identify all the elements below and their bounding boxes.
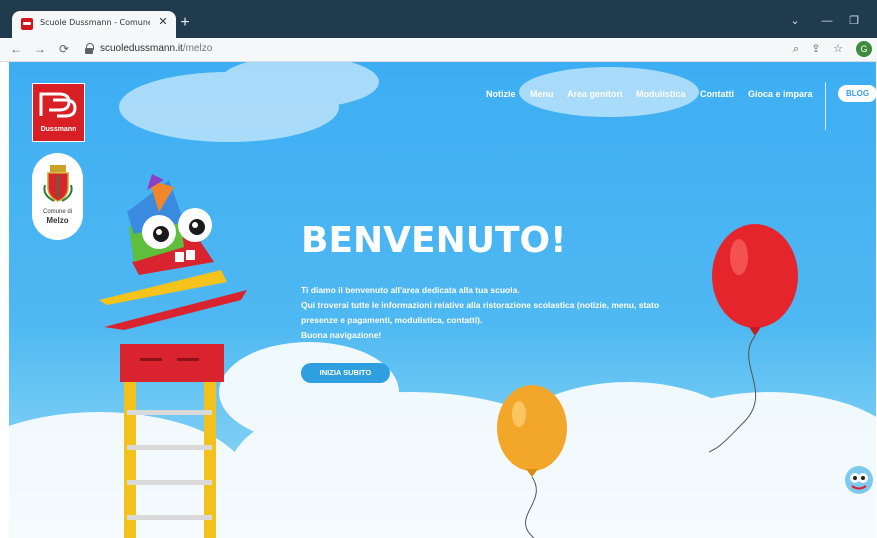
hero-line: Qui troverai tutte le informazioni relat… — [301, 300, 660, 310]
nav-divider — [825, 82, 826, 130]
browser-tab[interactable]: Scuole Dussmann - Comune di Melzo ✕ — [12, 11, 176, 38]
nav-gioca-e-impara[interactable]: Gioca e impara — [748, 89, 813, 99]
hero-line: presenze e pagamenti, modulistica, conta… — [301, 315, 483, 325]
comune-label: Comune di — [42, 209, 72, 215]
share-icon[interactable]: ⇪ — [808, 41, 824, 57]
star-icon[interactable]: ☆ — [830, 41, 846, 57]
comune-badge[interactable]: Comune di Melzo — [32, 153, 83, 240]
coat-of-arms-icon — [43, 165, 73, 202]
dussmann-logo-mark-icon — [39, 92, 77, 118]
forward-arrow-icon[interactable]: → — [32, 41, 48, 57]
site-favicon-icon — [21, 18, 33, 30]
reload-icon[interactable]: ⟳ — [56, 41, 72, 57]
chat-mascot-icon[interactable] — [845, 466, 873, 494]
hero-description: Ti diamo il benvenuto all'area dedicata … — [301, 285, 721, 345]
nav-area-genitori[interactable]: Area genitori — [567, 89, 623, 99]
hero-line: Ti diamo il benvenuto all'area dedicata … — [301, 285, 520, 295]
address-bar[interactable]: scuoledussmann.it/melzo — [100, 43, 212, 54]
hero-section: Dussmann Comune di Melzo Notizie Menu Ar… — [9, 62, 876, 538]
tab-title: Scuole Dussmann - Comune di Melzo — [40, 18, 150, 27]
comune-name: Melzo — [46, 216, 69, 225]
chat-mascot-face-icon — [850, 473, 868, 490]
url-host: scuoledussmann.it — [100, 43, 183, 54]
browser-tab-strip: Scuole Dussmann - Comune di Melzo ✕ + ⌄ … — [0, 0, 877, 38]
mascot-illustration — [99, 174, 247, 330]
tab-search-chevron-icon[interactable]: ⌄ — [786, 14, 804, 28]
nav-contatti[interactable]: Contatti — [700, 89, 734, 99]
minimize-icon[interactable]: — — [818, 14, 836, 28]
zoom-icon[interactable]: ⌕ — [788, 41, 804, 57]
brand-name: Dussmann — [40, 126, 77, 133]
dussmann-logo[interactable]: Dussmann — [32, 83, 85, 142]
blog-button[interactable]: BLOG — [838, 85, 876, 102]
back-arrow-icon[interactable]: ← — [8, 41, 24, 57]
lock-icon[interactable] — [84, 42, 94, 56]
nav-modulistica[interactable]: Modulistica — [636, 89, 686, 99]
new-tab-button[interactable]: + — [176, 14, 194, 32]
inizia-subito-button[interactable]: INIZIA SUBITO — [301, 363, 390, 383]
cloud-top — [119, 62, 699, 142]
restore-icon[interactable]: ❐ — [845, 14, 863, 28]
tab-close-icon[interactable]: ✕ — [155, 14, 171, 30]
nav-menu[interactable]: Menu — [530, 89, 554, 99]
browser-toolbar: ← → ⟳ scuoledussmann.it/melzo ⌕ ⇪ ☆ G — [0, 38, 877, 62]
url-path: /melzo — [182, 43, 213, 54]
hero-title: BENVENUTO! — [301, 220, 567, 261]
profile-avatar[interactable]: G — [856, 41, 872, 57]
nav-notizie[interactable]: Notizie — [486, 89, 516, 99]
hero-line: Buona navigazione! — [301, 330, 382, 340]
